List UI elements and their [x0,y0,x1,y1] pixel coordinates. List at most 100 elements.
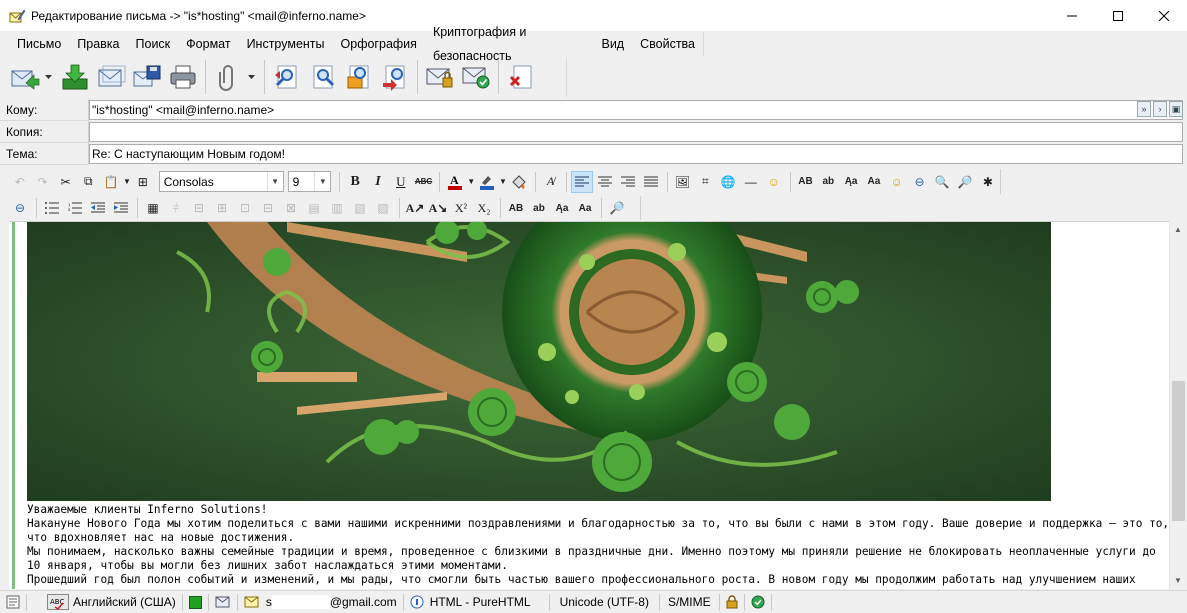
zoom-out-icon[interactable]: 🔎 [954,171,976,193]
subject-field[interactable]: Re: С наступающим Новым годом! [89,144,1183,164]
to-field[interactable]: "is*hosting" <mail@inferno.name> [89,100,1183,120]
print-button[interactable] [167,60,199,94]
replace-button[interactable] [343,60,375,94]
crop-icon[interactable]: ⌗ [694,171,716,193]
align-justify-icon[interactable] [640,171,662,193]
cut-icon[interactable]: ✂ [55,171,77,193]
font-grow-icon[interactable]: A↗ [404,197,426,219]
fill-bucket-icon[interactable] [508,171,530,193]
find-in-text-icon[interactable]: 🔎 [606,197,628,219]
sentence-case-icon[interactable]: Ąa [840,171,862,193]
highlight-color-icon[interactable] [476,171,498,193]
maximize-button[interactable] [1095,0,1141,31]
save-icon [133,65,161,87]
subscript-button[interactable]: X₂ [473,197,495,219]
numbered-list-icon[interactable]: 12 [64,197,86,219]
scroll-up-icon[interactable]: ▲ [1170,221,1186,238]
lowercase-button[interactable]: ab [817,171,839,193]
italic-button[interactable]: I [367,171,389,193]
table-icon[interactable]: ▦ [142,197,164,219]
chevron-right-icon[interactable]: › [1153,101,1167,117]
scrollbar-thumb[interactable] [1172,381,1185,521]
font-size-select[interactable]: 9 ▼ [287,171,332,192]
chevron-down-icon[interactable]: ▼ [123,171,131,193]
horizontal-line-icon[interactable]: — [740,171,762,193]
smiley-icon[interactable]: ☺ [763,171,785,193]
minimize-button[interactable] [1049,0,1095,31]
emoji-icon[interactable]: ☺ [886,171,908,193]
align-center-icon[interactable] [594,171,616,193]
menu-view[interactable]: Вид [593,32,632,56]
font-shrink-icon[interactable]: A↘ [427,197,449,219]
no-smoking-icon[interactable]: ⊖ [909,171,931,193]
indent-icon[interactable] [110,197,132,219]
menu-format[interactable]: Формат [178,32,238,56]
lowercase-button-2[interactable]: ab [528,197,550,219]
uppercase-button-2[interactable]: AB [505,197,527,219]
font-select[interactable]: Consolas ▼ [158,171,284,192]
receive-button[interactable] [59,60,91,94]
sentence-case-icon[interactable]: Ąa [551,197,573,219]
align-right-icon[interactable] [617,171,639,193]
address-book-icon[interactable]: ▣ [1169,101,1183,117]
status-language-cell[interactable]: ABC Английский (США) [27,592,182,613]
close-button[interactable] [1141,0,1187,31]
save-button[interactable] [131,60,163,94]
clear-format-icon[interactable]: A̸ [540,171,562,193]
bullet-list-icon[interactable] [41,197,63,219]
bullet-list-icon [45,202,59,214]
undo-icon[interactable]: ↶ [9,171,31,193]
menu-spelling[interactable]: Орфография [333,32,425,56]
text-color-icon[interactable]: A [444,171,466,193]
message-editor[interactable]: Уважаемые клиенты Inferno Solutions! Нак… [9,221,1169,589]
no-entry-icon[interactable]: ⊖ [9,197,31,219]
send-dropdown[interactable] [43,60,53,94]
spellcheck-button[interactable] [379,60,411,94]
menu-tools[interactable]: Инструменты [239,32,333,56]
insert-image-icon[interactable]: 🖼 [672,171,694,193]
sign-button[interactable] [424,60,456,94]
menu-letter[interactable]: Письмо [9,32,69,56]
chevron-down-icon[interactable]: ▼ [499,171,507,193]
align-left-icon[interactable] [571,170,594,193]
title-case-button[interactable]: Aa [863,171,885,193]
message-body[interactable]: Уважаемые клиенты Inferno Solutions! Нак… [27,503,1169,587]
chevron-down-icon[interactable]: ▼ [467,171,475,193]
find-icon [275,65,297,89]
status-encoding-cell[interactable]: Unicode (UTF-8) [550,592,659,613]
minimize-icon [1067,15,1077,16]
copy-icon[interactable]: ⧉ [77,171,99,193]
chevron-down-icon [44,75,52,79]
find-next-button[interactable] [307,60,339,94]
cancel-button[interactable] [505,60,537,94]
queue-button[interactable] [95,60,127,94]
insert-link-icon[interactable]: 🌐 [717,171,739,193]
status-security-cell[interactable]: S/MIME [660,592,719,613]
underline-button[interactable]: U [390,171,412,193]
uppercase-button[interactable]: AB [795,171,817,193]
bold-button[interactable]: B [344,171,366,193]
zoom-in-icon[interactable]: 🔍 [931,171,953,193]
superscript-button[interactable]: X² [450,197,472,219]
find-button[interactable] [271,60,303,94]
cc-field[interactable] [89,122,1183,142]
vertical-scrollbar[interactable]: ▲ ▼ [1169,221,1186,589]
menu-properties[interactable]: Свойства [632,32,703,56]
strikethrough-button[interactable]: ABC [413,171,435,193]
title-case-button-2[interactable]: Aa [574,197,596,219]
redo-icon[interactable]: ↷ [32,171,54,193]
status-format-cell[interactable]: HTML - PureHTML [404,592,537,613]
scroll-down-icon[interactable]: ▼ [1170,572,1186,589]
expand-icon[interactable]: » [1137,101,1151,117]
attach-button[interactable] [212,60,244,94]
special-chars-icon[interactable]: ✱ [977,171,999,193]
status-account-cell[interactable]: s @gmail.com [238,592,403,613]
paste-icon[interactable]: 📋 [100,171,122,193]
paste-special-icon[interactable]: ⊞ [132,171,154,193]
attach-dropdown[interactable] [246,60,256,94]
encrypt-button[interactable] [460,60,492,94]
outdent-icon[interactable] [87,197,109,219]
menu-search[interactable]: Поиск [128,32,179,56]
menu-edit[interactable]: Правка [69,32,127,56]
send-button[interactable] [9,60,41,94]
